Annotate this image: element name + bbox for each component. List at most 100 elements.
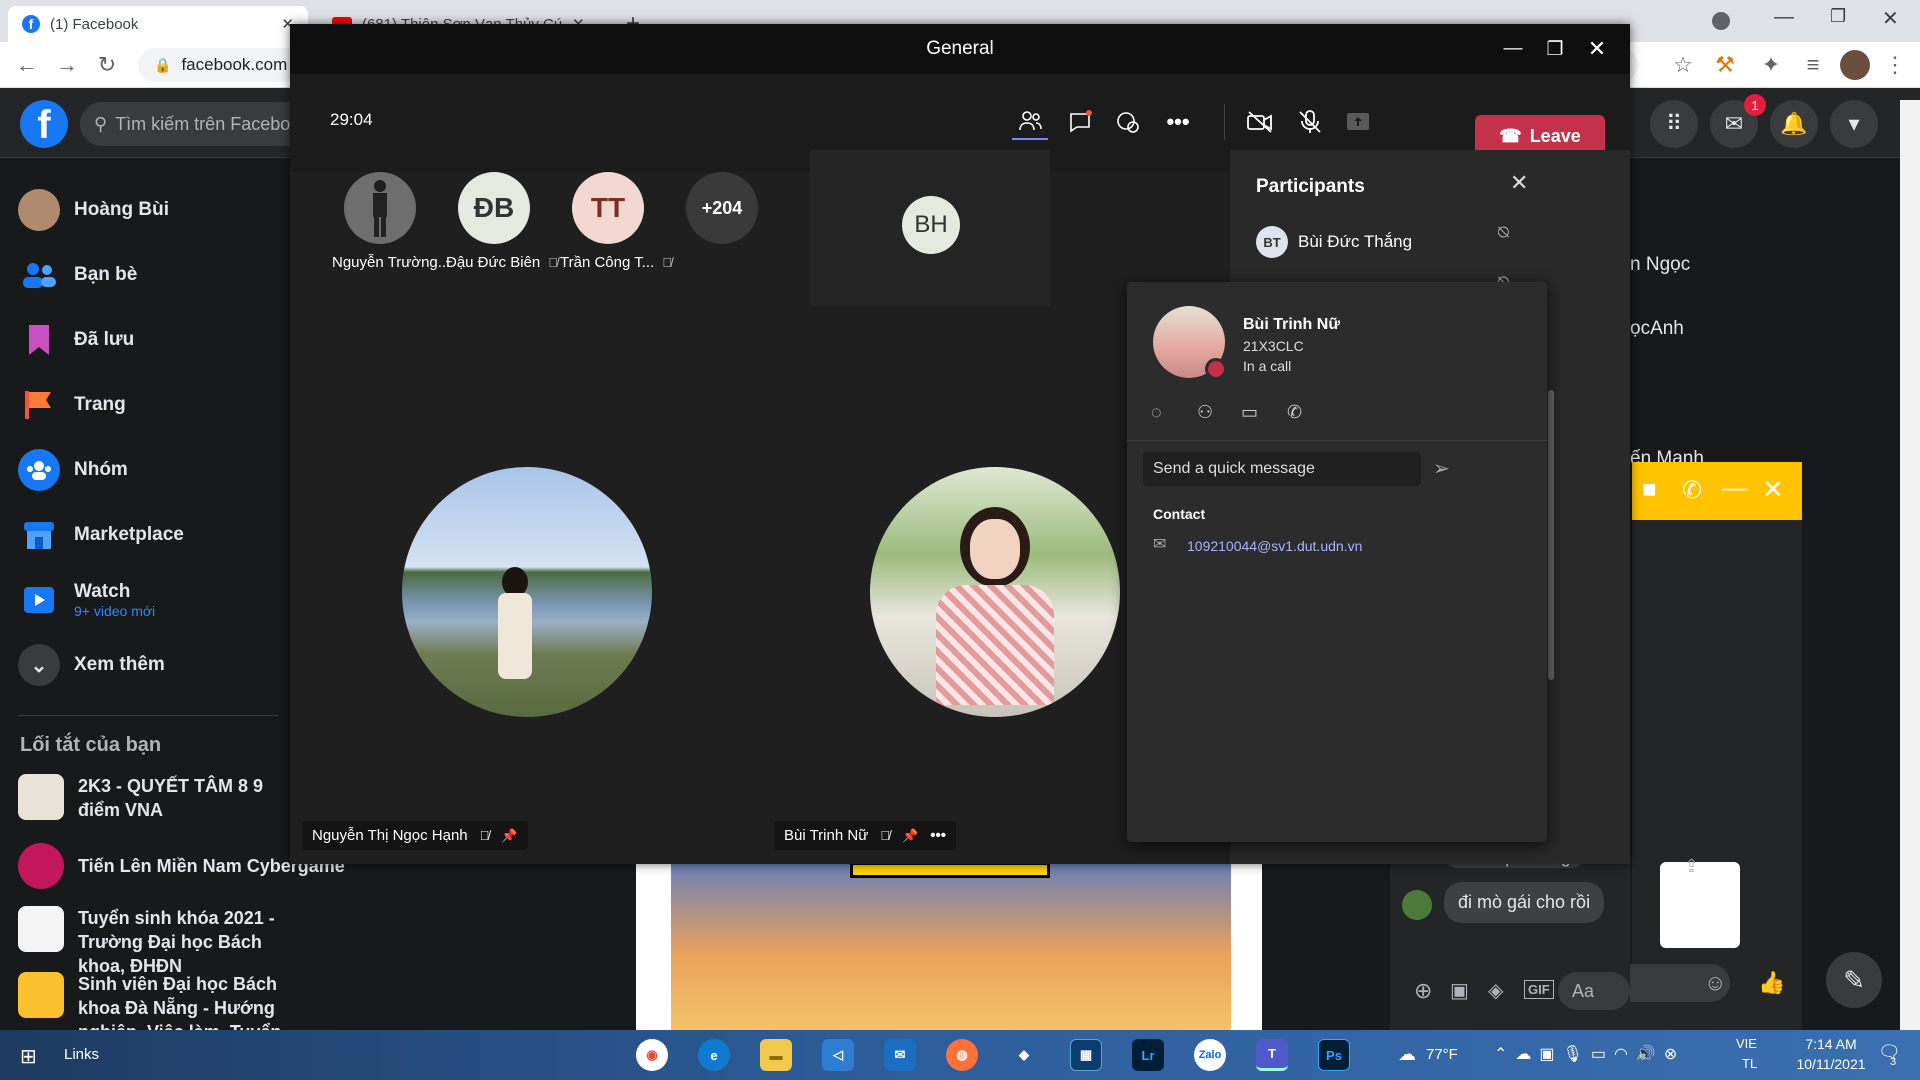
sidebar-item-friends[interactable]: Bạn bè	[18, 247, 137, 303]
more-attendees-count[interactable]: +204	[686, 172, 758, 244]
image-icon[interactable]: ▣	[1450, 978, 1469, 1003]
firefox-icon[interactable]: ◍	[946, 1039, 978, 1071]
contact-name[interactable]: n Ngọc	[1630, 254, 1690, 276]
chat-input[interactable]: Aa	[1558, 972, 1630, 1010]
weather-icon[interactable]: ☁	[1398, 1044, 1416, 1065]
sidebar-item-pages[interactable]: Trang	[18, 377, 126, 433]
chat-icon[interactable]	[1062, 104, 1098, 140]
contact-email-link[interactable]: 109210044@sv1.dut.udn.vn	[1187, 538, 1362, 554]
notifications-bell-icon[interactable]: 🔔	[1770, 100, 1818, 148]
video-call-icon[interactable]: ▭	[1241, 402, 1258, 423]
panel-scrollbar[interactable]	[1548, 390, 1554, 680]
attendee-avatar[interactable]: ĐB	[458, 172, 530, 244]
participant-video-ngoc-hanh[interactable]	[402, 467, 652, 717]
mail-icon[interactable]: ✉	[884, 1039, 916, 1071]
windows-start-icon[interactable]: ⊞	[20, 1044, 37, 1069]
close-window-icon[interactable]: ✕	[1882, 6, 1899, 31]
shortcut-item[interactable]: Sinh viên Đại học Bách khoa Đà Nẵng - Hư…	[18, 972, 288, 1066]
page-scrollbar[interactable]	[1900, 100, 1920, 1030]
emoji-icon[interactable]: ☺	[1704, 970, 1726, 996]
more-options-icon[interactable]: •••	[930, 827, 946, 844]
minimize-chat-icon[interactable]: —	[1722, 472, 1748, 503]
close-icon[interactable]: ✕	[1582, 34, 1612, 64]
sidebar-item-profile[interactable]: Hoàng Bùi	[18, 182, 169, 238]
sidebar-item-marketplace[interactable]: Marketplace	[18, 507, 184, 563]
facebook-logo-icon[interactable]: f	[20, 100, 68, 148]
maximize-icon[interactable]: ❐	[1540, 34, 1570, 64]
tab-facebook[interactable]: f (1) Facebook ✕	[8, 6, 308, 42]
participant-row[interactable]: BT Bùi Đức Thắng	[1256, 226, 1412, 258]
language-indicator[interactable]: VIE	[1736, 1036, 1757, 1051]
restore-window-icon[interactable]: ❐	[1830, 6, 1846, 27]
clock-date[interactable]: 10/11/2021	[1776, 1056, 1886, 1072]
contact-name[interactable]: ọcAnh	[1630, 318, 1684, 340]
shortcut-item[interactable]: 2K3 - QUYẾT TÂM 8 9 điểm VNA	[18, 774, 288, 834]
edge-icon[interactable]: e	[698, 1039, 730, 1071]
contact-card-popup: Bùi Trinh Nữ 21X3CLC In a call ◌ ⚇ ▭ ✆ S…	[1127, 282, 1547, 842]
minimize-window-icon[interactable]: —	[1774, 6, 1794, 29]
zalo-icon[interactable]: Zalo	[1194, 1039, 1226, 1071]
links-toolbar[interactable]: Links	[64, 1046, 99, 1063]
pin-icon[interactable]: 📌	[902, 828, 918, 844]
participant-video-trinh-nu[interactable]	[870, 467, 1120, 717]
facebook-left-sidebar: Hoàng Bùi Bạn bè Đã lưu Trang Nhóm Marke…	[0, 158, 345, 1066]
reload-icon[interactable]: ↻	[92, 50, 122, 80]
lightroom-icon[interactable]: Lr	[1132, 1039, 1164, 1071]
chat-icon[interactable]: ◌	[1151, 402, 1162, 423]
feed-post-image[interactable]	[636, 862, 1262, 1030]
video-call-icon[interactable]: ■	[1642, 476, 1657, 504]
share-screen-icon[interactable]	[1340, 104, 1376, 140]
system-tray-icons[interactable]: ⌃☁▣🎙▭◠🔊⊗	[1494, 1044, 1685, 1064]
menu-grid-icon[interactable]: ⠿	[1650, 100, 1698, 148]
back-icon[interactable]: ←	[12, 50, 42, 80]
more-options-icon[interactable]: •••	[1160, 104, 1196, 140]
camera-off-icon[interactable]	[1242, 104, 1278, 140]
vscode-icon[interactable]: ◁	[822, 1039, 854, 1071]
attendee-avatar[interactable]	[344, 172, 416, 244]
mic-off-icon[interactable]	[1292, 104, 1328, 140]
pin-icon[interactable]: 📌	[501, 828, 517, 844]
shortcut-item[interactable]: Tiến Lên Miền Nam Cybergame	[18, 838, 345, 894]
app-icon[interactable]: ▦	[1070, 1039, 1102, 1071]
add-icon[interactable]: ⊕	[1414, 978, 1432, 1004]
phone-icon[interactable]: ✆	[1682, 476, 1702, 505]
input-mode-indicator[interactable]: TL	[1742, 1056, 1757, 1071]
shared-image[interactable]	[1660, 862, 1740, 948]
extension-icon[interactable]: ⚒	[1710, 50, 1740, 80]
teams-icon[interactable]: T	[1256, 1039, 1288, 1071]
chrome-icon[interactable]: ◉	[636, 1039, 668, 1071]
minimize-icon[interactable]: —	[1498, 34, 1528, 64]
sidebar-item-watch[interactable]: Watch 9+ video mới	[18, 572, 155, 628]
close-chat-icon[interactable]: ✕	[1762, 474, 1784, 505]
new-message-icon[interactable]: ✎	[1826, 952, 1882, 1008]
sidebar-item-see-more[interactable]: ⌄ Xem thêm	[18, 637, 165, 693]
clock-time[interactable]: 7:14 AM	[1786, 1036, 1876, 1052]
file-explorer-icon[interactable]: ▬	[760, 1039, 792, 1071]
browser-menu-icon[interactable]: ⋮	[1880, 50, 1910, 80]
sidebar-item-groups[interactable]: Nhóm	[18, 442, 128, 498]
sticker-icon[interactable]: ◈	[1488, 978, 1503, 1003]
gif-icon[interactable]: GIF	[1524, 980, 1554, 999]
quick-message-input[interactable]: Send a quick message	[1143, 452, 1421, 486]
participants-icon[interactable]	[1012, 104, 1048, 140]
profile-avatar[interactable]	[1840, 50, 1870, 80]
attendee-avatar[interactable]: TT	[572, 172, 644, 244]
phone-icon[interactable]: ✆	[1287, 402, 1302, 423]
forward-icon[interactable]: →	[52, 50, 82, 80]
profile-dropdown-icon[interactable]	[1712, 12, 1730, 30]
shortcut-item[interactable]: Tuyển sinh khóa 2021 - Trường Đại học Bá…	[18, 906, 288, 976]
bookmark-star-icon[interactable]: ☆	[1668, 50, 1698, 80]
video-name-text: Bùi Trinh Nữ	[784, 827, 869, 844]
attendee-avatar[interactable]: BH	[902, 196, 960, 254]
like-icon[interactable]: 👍	[1758, 970, 1785, 996]
extensions-puzzle-icon[interactable]: ✦	[1756, 50, 1786, 80]
send-icon[interactable]: ➢	[1433, 456, 1450, 481]
account-dropdown-icon[interactable]: ▾	[1830, 100, 1878, 148]
dropbox-icon[interactable]: ◆	[1008, 1039, 1040, 1071]
org-chart-icon[interactable]: ⚇	[1197, 402, 1213, 423]
reactions-icon[interactable]	[1110, 104, 1146, 140]
photoshop-icon[interactable]: Ps	[1318, 1039, 1350, 1071]
sidebar-item-saved[interactable]: Đã lưu	[18, 312, 134, 368]
reading-list-icon[interactable]: ≡	[1798, 50, 1828, 80]
close-panel-icon[interactable]: ✕	[1510, 170, 1528, 196]
